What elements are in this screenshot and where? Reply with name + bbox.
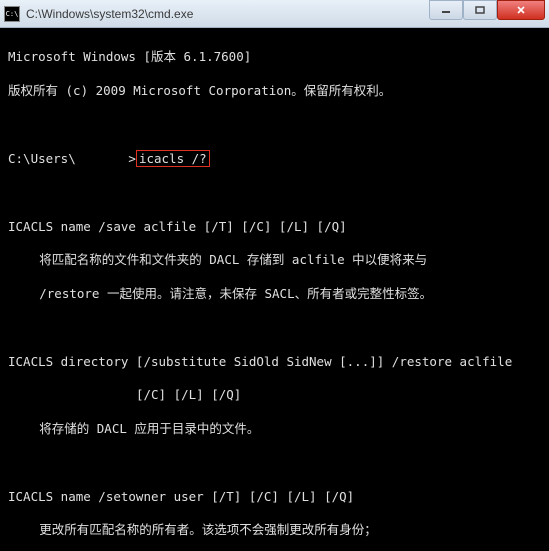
prompt-path: C:\Users\ <box>8 151 76 166</box>
prompt-gt: > <box>128 151 136 166</box>
help-line: 将存储的 DACL 应用于目录中的文件。 <box>8 421 541 438</box>
window-controls <box>429 0 545 20</box>
help-line: ICACLS directory [/substitute SidOld Sid… <box>8 354 541 371</box>
app-icon <box>4 6 20 22</box>
help-line: [/C] [/L] [/Q] <box>8 387 541 404</box>
window-titlebar: C:\Windows\system32\cmd.exe <box>0 0 549 28</box>
terminal-output[interactable]: Microsoft Windows [版本 6.1.7600] 版权所有 (c)… <box>0 28 549 551</box>
prompt-line: C:\Users\XXXXXXX>icacls /? <box>8 150 541 168</box>
maximize-button[interactable] <box>463 0 497 20</box>
command-text: icacls /? <box>139 151 207 166</box>
copyright-line: 版权所有 (c) 2009 Microsoft Corporation。保留所有… <box>8 83 541 100</box>
help-line: 将匹配名称的文件和文件夹的 DACL 存储到 aclfile 中以便将来与 <box>8 252 541 269</box>
help-line: ICACLS name /save aclfile [/T] [/C] [/L]… <box>8 219 541 236</box>
help-line: /restore 一起使用。请注意，未保存 SACL、所有者或完整性标签。 <box>8 286 541 303</box>
minimize-button[interactable] <box>429 0 463 20</box>
window-title: C:\Windows\system32\cmd.exe <box>26 7 429 21</box>
help-line: 更改所有匹配名称的所有者。该选项不会强制更改所有身份； <box>8 522 541 539</box>
command-highlight: icacls /? <box>136 150 210 167</box>
help-line: ICACLS name /setowner user [/T] [/C] [/L… <box>8 489 541 506</box>
version-line: Microsoft Windows [版本 6.1.7600] <box>8 49 541 66</box>
close-button[interactable] <box>497 0 545 20</box>
